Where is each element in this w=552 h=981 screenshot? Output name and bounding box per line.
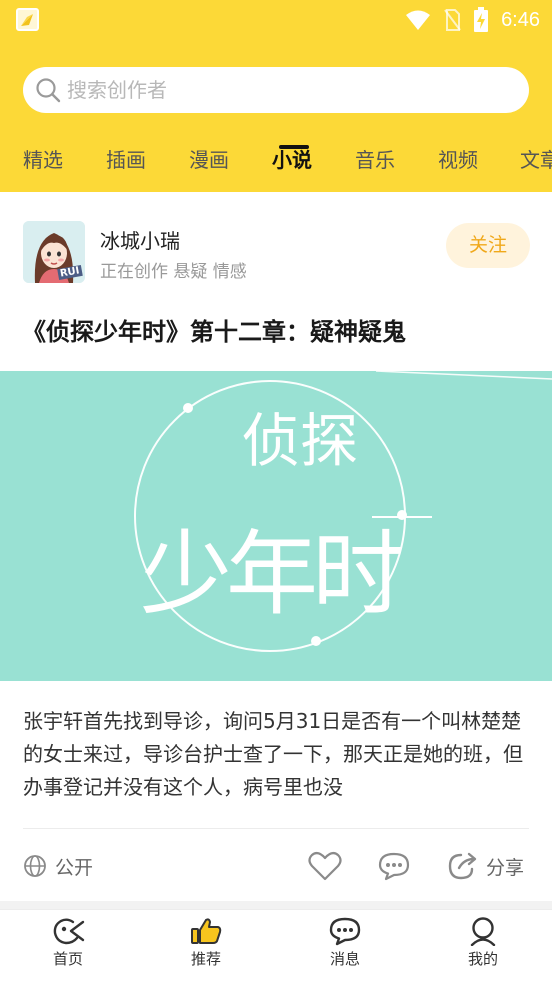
bottom-navigation: 首页 推荐 消息 我的 <box>0 909 552 981</box>
tab-video[interactable]: 视频 <box>438 144 478 173</box>
like-button[interactable] <box>308 845 342 887</box>
post-title[interactable]: 《侦探少年时》第十二章：疑神疑鬼 <box>22 312 406 347</box>
share-icon <box>448 852 477 880</box>
active-tab-indicator <box>279 145 309 149</box>
post-excerpt[interactable]: 张宇轩首先找到导诊，询问5月31日是否有一个叫林楚楚的女士来过，导诊台护士查了一… <box>23 705 533 805</box>
nav-home-label: 首页 <box>52 950 83 968</box>
author-name[interactable]: 冰城小瑞 <box>100 225 180 254</box>
nav-messages[interactable]: 消息 <box>305 910 385 981</box>
header: 精选 插画 漫画 小说 音乐 视频 文章 <box>0 40 552 192</box>
comment-icon <box>378 852 410 881</box>
comment-button[interactable] <box>377 845 411 887</box>
feed-separator <box>0 901 552 909</box>
tab-article[interactable]: 文章 <box>520 144 552 173</box>
thumbs-up-icon <box>191 918 222 944</box>
tab-featured[interactable]: 精选 <box>23 144 63 173</box>
app-notification-icon <box>16 8 39 31</box>
nav-recommend[interactable]: 推荐 <box>166 910 246 981</box>
heart-icon <box>308 851 342 881</box>
battery-charging-icon <box>474 7 489 32</box>
status-bar: 6:46 <box>0 0 552 40</box>
category-tabs: 精选 插画 漫画 小说 音乐 视频 文章 <box>0 144 552 192</box>
tab-music[interactable]: 音乐 <box>355 144 395 173</box>
cover-artwork: 侦探 少年时 <box>134 371 552 652</box>
profile-icon <box>470 917 496 946</box>
cover-text-top: 侦探 <box>242 407 358 475</box>
nav-home[interactable]: 首页 <box>28 910 108 981</box>
divider <box>23 828 529 829</box>
search-icon <box>36 78 61 103</box>
avatar[interactable]: RUI <box>23 221 85 283</box>
cover-text-bottom: 少年时 <box>140 521 401 628</box>
wifi-icon <box>406 10 431 30</box>
share-button[interactable]: 分享 <box>446 845 524 887</box>
nav-messages-label: 消息 <box>329 950 360 968</box>
search-input[interactable] <box>67 78 487 102</box>
post-actions: 公开 分享 <box>0 845 552 887</box>
visibility-indicator[interactable]: 公开 <box>23 845 93 887</box>
message-icon <box>329 917 361 946</box>
follow-button[interactable]: 关注 <box>446 223 530 268</box>
tab-comics[interactable]: 漫画 <box>189 144 229 173</box>
visibility-label: 公开 <box>55 856 94 879</box>
home-icon <box>53 918 85 945</box>
no-sim-icon <box>444 9 461 31</box>
search-bar[interactable] <box>23 67 529 113</box>
nav-profile[interactable]: 我的 <box>443 910 523 981</box>
author-status: 正在创作 悬疑 情感 <box>100 262 247 282</box>
tab-illustration[interactable]: 插画 <box>106 144 146 173</box>
post-cover-image[interactable]: 侦探 少年时 <box>0 371 552 681</box>
nav-profile-label: 我的 <box>467 950 498 968</box>
globe-icon <box>24 855 46 877</box>
author-row: RUI 冰城小瑞 正在创作 悬疑 情感 关注 <box>0 192 552 292</box>
clock: 6:46 <box>501 8 540 31</box>
nav-recommend-label: 推荐 <box>190 950 221 968</box>
share-label: 分享 <box>486 856 525 879</box>
